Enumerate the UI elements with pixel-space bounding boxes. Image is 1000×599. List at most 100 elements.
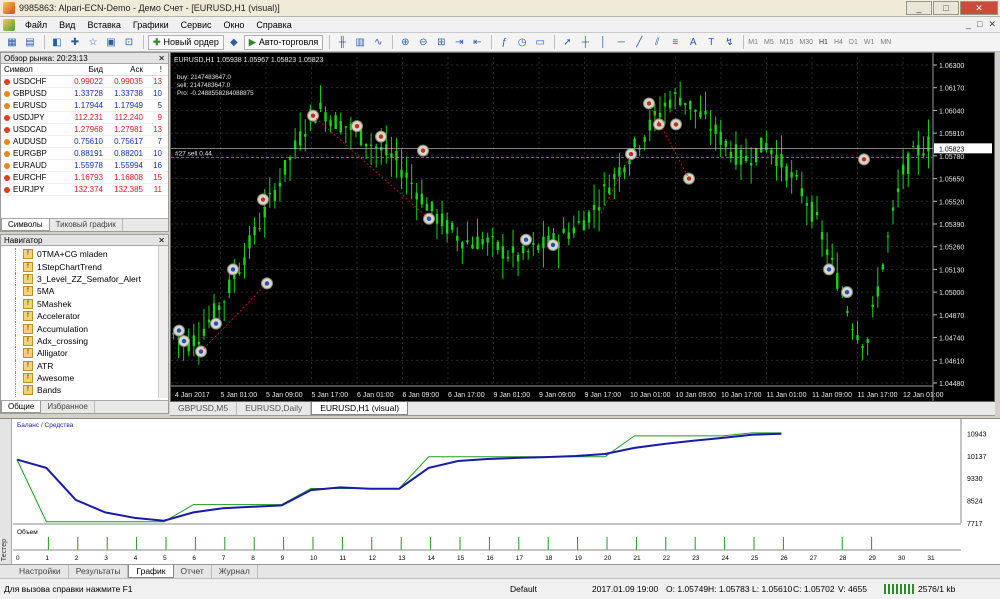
timeframe-d1[interactable]: D1 bbox=[849, 39, 858, 46]
periods-icon[interactable]: ◷ bbox=[514, 35, 530, 50]
navigator-item[interactable]: f Adx_crossing bbox=[1, 334, 168, 348]
time-tick-label: 5 Jan 09:00 bbox=[266, 392, 303, 399]
chart-tab-gbpusd-m5[interactable]: GBPUSD,M5 bbox=[170, 402, 238, 415]
timeframe-h4[interactable]: H4 bbox=[834, 39, 843, 46]
tab-favorites[interactable]: Избранное bbox=[41, 401, 95, 413]
templates-icon[interactable]: ▭ bbox=[532, 35, 548, 50]
maximize-button[interactable]: □ bbox=[933, 1, 959, 15]
horizontal-line-icon[interactable]: ─ bbox=[613, 35, 629, 50]
navigator-item[interactable]: f Awesome bbox=[1, 371, 168, 385]
tester-tab-journal[interactable]: Журнал bbox=[212, 565, 258, 578]
navigator-item[interactable]: f 1StepChartTrend bbox=[1, 260, 168, 273]
bar-chart-icon[interactable]: ╫ bbox=[334, 35, 350, 50]
crosshair-icon[interactable]: ┼ bbox=[577, 35, 593, 50]
label-icon[interactable]: T bbox=[703, 35, 719, 50]
navigator-item[interactable]: f Alligator bbox=[1, 347, 168, 360]
channel-icon[interactable]: ⫽ bbox=[649, 35, 665, 50]
minimize-button[interactable]: _ bbox=[906, 1, 932, 15]
timeframe-m1[interactable]: M1 bbox=[748, 39, 758, 46]
indicators-icon[interactable]: ƒ bbox=[496, 35, 512, 50]
navigator-item[interactable]: f 5MA bbox=[1, 285, 168, 298]
tester-tab-report[interactable]: Отчет bbox=[174, 565, 212, 578]
menu-help[interactable]: Справка bbox=[250, 20, 297, 30]
autoscroll-icon[interactable]: ⇥ bbox=[451, 35, 467, 50]
market-watch-row[interactable]: USDJPY 112.231 112.240 9 bbox=[1, 112, 168, 124]
column-spread[interactable]: ! bbox=[145, 64, 165, 75]
market-watch-row[interactable]: EURCHF 1.16793 1.16808 15 bbox=[1, 172, 168, 184]
market-watch-row[interactable]: EURUSD 1.17944 1.17949 5 bbox=[1, 100, 168, 112]
market-watch-row[interactable]: EURGBP 0.88191 0.88201 10 bbox=[1, 148, 168, 160]
timeframe-h1[interactable]: H1 bbox=[819, 39, 828, 46]
menu-view[interactable]: Вид bbox=[53, 20, 81, 30]
navigator-item[interactable]: f Accelerator bbox=[1, 309, 168, 323]
tab-tick-chart[interactable]: Тиковый график bbox=[50, 219, 123, 231]
close-icon[interactable]: ✕ bbox=[158, 235, 165, 246]
market-watch-row[interactable]: EURJPY 132.374 132.385 11 bbox=[1, 184, 168, 196]
market-watch-row[interactable]: EURAUD 1.55978 1.55994 16 bbox=[1, 160, 168, 172]
vertical-line-icon[interactable]: │ bbox=[595, 35, 611, 50]
autotrading-button[interactable]: ▶ Авто-торговля bbox=[243, 34, 324, 50]
chart-tab-eurusd-h1[interactable]: EURUSD,H1 (visual) bbox=[311, 402, 409, 415]
price-chart-canvas[interactable]: 1.06300 1.06170 1.06040 1.05910 1.05780 1.056… bbox=[171, 53, 994, 401]
tab-symbols[interactable]: Символы bbox=[1, 219, 50, 231]
cursor-icon[interactable]: ➚ bbox=[559, 35, 575, 50]
column-ask[interactable]: Аск bbox=[105, 64, 145, 75]
navigator-item[interactable]: f Bands bbox=[1, 384, 168, 397]
line-chart-icon[interactable]: ∿ bbox=[370, 35, 386, 50]
tile-windows-icon[interactable]: ⊞ bbox=[433, 35, 449, 50]
close-icon[interactable]: ✕ bbox=[158, 53, 165, 64]
tester-icon[interactable]: ⊡ bbox=[121, 35, 137, 50]
close-button[interactable]: ✕ bbox=[960, 1, 998, 15]
fibonacci-icon[interactable]: ≡ bbox=[667, 35, 683, 50]
timeframe-m15[interactable]: M15 bbox=[780, 39, 794, 46]
timeframe-m5[interactable]: M5 bbox=[764, 39, 774, 46]
candle-chart-icon[interactable]: ▥ bbox=[352, 35, 368, 50]
new-chart-icon[interactable]: ▦ bbox=[4, 35, 20, 50]
text-icon[interactable]: A bbox=[685, 35, 701, 50]
column-bid[interactable]: Бид bbox=[67, 64, 105, 75]
navigator-item[interactable]: f 3_Level_ZZ_Semafor_Alert bbox=[1, 272, 168, 286]
market-watch-row[interactable]: USDCAD 1.27968 1.27981 13 bbox=[1, 124, 168, 136]
row-symbol: EURCHF bbox=[1, 172, 67, 183]
profiles-icon[interactable]: ▤ bbox=[22, 35, 38, 50]
timeframe-w1[interactable]: W1 bbox=[864, 39, 875, 46]
menu-charts[interactable]: Графики bbox=[127, 20, 175, 30]
tester-tab-settings[interactable]: Настройки bbox=[12, 565, 69, 578]
market-watch-row[interactable]: GBPUSD 1.33728 1.33738 10 bbox=[1, 88, 168, 100]
candle-body bbox=[516, 254, 520, 262]
zoom-out-icon[interactable]: ⊖ bbox=[415, 35, 431, 50]
market-watch-row[interactable]: USDCHF 0.99022 0.99035 13 bbox=[1, 76, 168, 88]
column-symbol[interactable]: Символ bbox=[1, 64, 67, 75]
navigator-item[interactable]: f 0TMA+CG mladen bbox=[1, 248, 168, 261]
market-watch-row[interactable]: AUDUSD 0.75610 0.75617 7 bbox=[1, 136, 168, 148]
timeframe-mn[interactable]: MN bbox=[880, 39, 891, 46]
balance-chart[interactable]: 1094310137933085247717Баланс / СредстваО… bbox=[13, 419, 999, 564]
market-watch-icon[interactable]: ◧ bbox=[49, 35, 65, 50]
tester-tab-results[interactable]: Результаты bbox=[69, 565, 129, 578]
navigator-icon[interactable]: ☆ bbox=[85, 35, 101, 50]
tab-common[interactable]: Общие bbox=[1, 401, 42, 413]
child-minimize-button[interactable]: _ bbox=[966, 19, 971, 30]
navigator-item[interactable]: f 5Mashek bbox=[1, 297, 168, 310]
data-window-icon[interactable]: ✚ bbox=[67, 35, 83, 50]
terminal-icon[interactable]: ▣ bbox=[103, 35, 119, 50]
menu-window[interactable]: Окно bbox=[218, 20, 251, 30]
timeframe-m30[interactable]: M30 bbox=[799, 39, 813, 46]
menu-insert[interactable]: Вставка bbox=[81, 20, 126, 30]
zoom-in-icon[interactable]: ⊕ bbox=[397, 35, 413, 50]
new-order-button[interactable]: ✚ Новый ордер bbox=[148, 34, 224, 50]
metaeditor-icon[interactable]: ◆ bbox=[226, 35, 242, 50]
menu-file[interactable]: Файл bbox=[19, 20, 53, 30]
chart-tab-eurusd-daily[interactable]: EURUSD,Daily bbox=[237, 402, 312, 415]
arrows-icon[interactable]: ↯ bbox=[721, 35, 737, 50]
navigator-scrollbar[interactable] bbox=[158, 246, 168, 398]
chart-shift-icon[interactable]: ⇤ bbox=[469, 35, 485, 50]
navigator-item[interactable]: f ATR bbox=[1, 359, 168, 372]
navigator-item[interactable]: f Accumulation bbox=[1, 322, 168, 335]
trendline-icon[interactable]: ╱ bbox=[631, 35, 647, 50]
child-restore-button[interactable]: □ bbox=[977, 19, 982, 30]
price-chart[interactable]: 1.06300 1.06170 1.06040 1.05910 1.05780 1.056… bbox=[170, 52, 995, 402]
child-close-button[interactable]: ✕ bbox=[988, 19, 996, 30]
tester-tab-graph[interactable]: График bbox=[128, 565, 174, 578]
menu-tools[interactable]: Сервис bbox=[175, 20, 218, 30]
